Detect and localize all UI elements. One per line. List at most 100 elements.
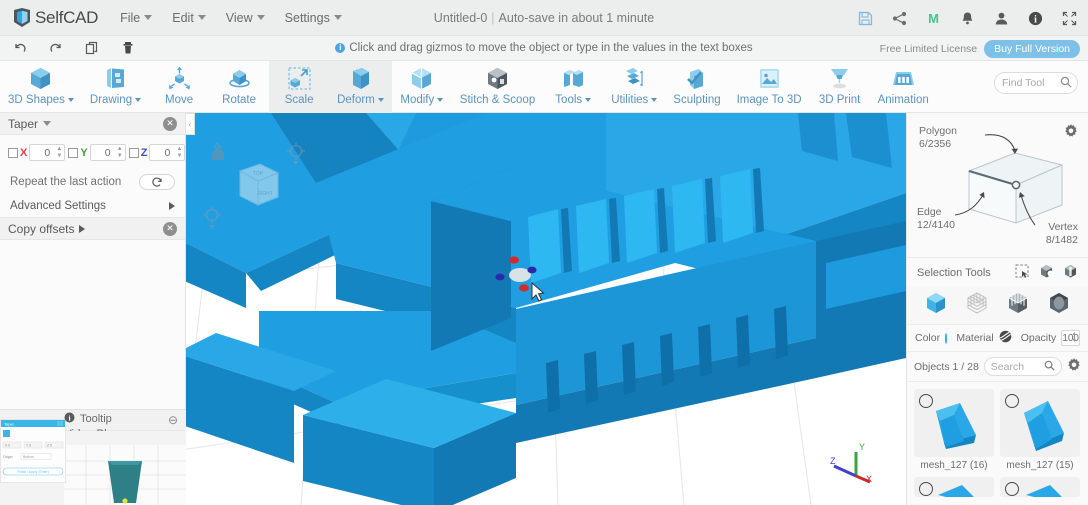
- ribbon-deform[interactable]: Deform: [329, 61, 392, 113]
- axis-gizmo[interactable]: Y Z X: [828, 436, 884, 491]
- opacity-input[interactable]: 100 ▲ ▼: [1061, 330, 1080, 346]
- mesh-stats-diagram: Polygon 6/2356 Edge 12/4140 Vertex 8/148…: [907, 113, 1088, 258]
- selfcad-logo-icon: [12, 7, 32, 28]
- taper-gizmo[interactable]: [486, 245, 556, 305]
- ribbon-scale[interactable]: Scale: [269, 61, 330, 113]
- brand-name: SelfCAD: [35, 7, 99, 27]
- modify-icon: [408, 65, 435, 92]
- buy-full-version-button[interactable]: Buy Full Version: [984, 39, 1080, 58]
- chevron-down-icon: [377, 98, 384, 102]
- tooltip-label: Tooltip: [80, 413, 112, 425]
- rectangle-select-icon[interactable]: [1015, 264, 1030, 282]
- svg-text:Bottom: Bottom: [23, 455, 34, 459]
- vertex-mode-icon[interactable]: [965, 291, 989, 318]
- object-select-radio[interactable]: [919, 394, 933, 408]
- chevron-down-icon[interactable]: [43, 121, 52, 126]
- right-properties-panel: Polygon 6/2356 Edge 12/4140 Vertex 8/148…: [906, 113, 1088, 505]
- object-select-radio[interactable]: [1005, 482, 1019, 496]
- 3d-viewport[interactable]: TOP RIGHT Y Z X ‹: [186, 113, 906, 505]
- ribbon-modify[interactable]: Modify: [392, 61, 452, 113]
- account-icon[interactable]: [993, 10, 1010, 27]
- chevron-down-icon: [197, 15, 206, 20]
- monetize-icon[interactable]: M: [925, 10, 942, 27]
- ribbon-drawing[interactable]: Drawing: [82, 61, 149, 113]
- tools-icon: [560, 65, 587, 92]
- menu-settings[interactable]: Settings: [285, 11, 342, 25]
- selection-tools-row: Selection Tools: [907, 258, 1088, 287]
- copy-offsets-row[interactable]: Copy offsets ✕: [0, 217, 185, 240]
- ribbon-image-to-3d[interactable]: Image To 3D: [729, 61, 810, 113]
- object-thumbnail[interactable]: [1000, 389, 1080, 457]
- left-tool-panel: Taper ✕ X 0 ▲ ▼ Y 0 ▲ ▼ Z 0 ▲ ▼ Repeat t…: [0, 113, 186, 505]
- object-mode-icon[interactable]: [924, 291, 948, 318]
- info-icon[interactable]: i: [1027, 10, 1044, 27]
- minimize-video-panel-button[interactable]: ⊖: [168, 413, 178, 427]
- paint-select-icon[interactable]: [1039, 264, 1054, 282]
- object-card[interactable]: [1000, 477, 1080, 497]
- taper-z-checkbox[interactable]: [128, 147, 139, 158]
- menu-view-label: View: [225, 10, 253, 25]
- spinner-arrows-icon[interactable]: ▲ ▼: [117, 146, 123, 160]
- document-title: Untitled-0: [433, 10, 488, 25]
- taper-z-input[interactable]: 0 ▲ ▼: [149, 144, 186, 161]
- spinner-arrows-icon[interactable]: ▲ ▼: [56, 146, 62, 160]
- taper-x-label: X: [20, 146, 28, 159]
- panel-collapse-handle[interactable]: ‹: [186, 113, 195, 135]
- object-card[interactable]: mesh_127 (16): [914, 389, 994, 471]
- svg-text:M: M: [928, 11, 939, 26]
- menu-file[interactable]: File: [120, 11, 153, 25]
- ribbon-stitch-scoop[interactable]: Stitch & Scoop: [452, 61, 543, 113]
- notifications-icon[interactable]: [959, 10, 976, 27]
- objects-settings-gear-icon[interactable]: [1067, 358, 1081, 375]
- advanced-settings-row[interactable]: Advanced Settings: [0, 195, 185, 217]
- spinner-arrows-icon[interactable]: ▲ ▼: [1072, 331, 1077, 345]
- taper-x-checkbox[interactable]: [8, 147, 18, 158]
- object-thumbnail[interactable]: [914, 389, 994, 457]
- face-mode-icon[interactable]: [1047, 291, 1071, 318]
- taper-y-checkbox[interactable]: [68, 147, 79, 158]
- object-select-radio[interactable]: [919, 482, 933, 496]
- save-icon[interactable]: [857, 10, 874, 27]
- objects-count-label: Objects 1 / 28: [914, 360, 979, 373]
- close-taper-panel-button[interactable]: ✕: [163, 116, 177, 131]
- edge-mode-icon[interactable]: [1006, 291, 1030, 318]
- color-swatch[interactable]: [945, 332, 948, 344]
- taper-handle-red: [509, 256, 519, 264]
- menu-edit[interactable]: Edit: [172, 11, 206, 25]
- taper-axis-x: X 0 ▲ ▼: [8, 144, 66, 161]
- ribbon-animation[interactable]: Animation: [870, 61, 937, 113]
- view-cube[interactable]: TOP RIGHT: [192, 119, 312, 242]
- taper-y-input[interactable]: 0 ▲ ▼: [89, 144, 126, 161]
- ribbon-3d-print[interactable]: 3D Print: [810, 61, 870, 113]
- material-icon[interactable]: [999, 330, 1012, 346]
- fullscreen-icon[interactable]: [1061, 10, 1078, 27]
- share-icon[interactable]: [891, 10, 908, 27]
- object-select-radio[interactable]: [1005, 394, 1019, 408]
- ribbon-sculpting[interactable]: Sculpting: [665, 61, 728, 113]
- box-select-icon[interactable]: [1063, 264, 1078, 282]
- menu-view[interactable]: View: [226, 11, 265, 25]
- ribbon-move[interactable]: Move: [149, 61, 209, 113]
- find-tool-search[interactable]: [994, 72, 1078, 94]
- license-label: Free Limited License: [879, 42, 978, 55]
- object-card[interactable]: mesh_127 (15): [1000, 389, 1080, 471]
- taper-x-input[interactable]: 0 ▲ ▼: [29, 144, 66, 161]
- object-search-box[interactable]: [983, 357, 1062, 376]
- object-search-input[interactable]: [990, 360, 1044, 373]
- object-thumbnail[interactable]: [1000, 477, 1080, 497]
- spinner-arrows-icon[interactable]: ▲ ▼: [176, 146, 182, 160]
- repeat-action-button[interactable]: [139, 174, 175, 190]
- svg-text:i: i: [1034, 14, 1037, 25]
- ribbon-rotate[interactable]: Rotate: [209, 61, 269, 113]
- close-copy-offsets-button[interactable]: ✕: [163, 221, 177, 236]
- deform-icon: [347, 65, 374, 92]
- app-logo[interactable]: SelfCAD: [12, 7, 98, 28]
- ribbon-utilities[interactable]: Utilities: [603, 61, 665, 113]
- find-tool-input[interactable]: [1002, 77, 1060, 89]
- object-card[interactable]: [914, 477, 994, 497]
- material-row: Color Material Opacity 100 ▲ ▼: [907, 325, 1088, 352]
- ribbon-tools[interactable]: Tools: [543, 61, 603, 113]
- object-thumbnail[interactable]: [914, 477, 994, 497]
- ribbon-3d-shapes[interactable]: 3D Shapes: [0, 61, 82, 113]
- opacity-label: Opacity: [1020, 332, 1057, 344]
